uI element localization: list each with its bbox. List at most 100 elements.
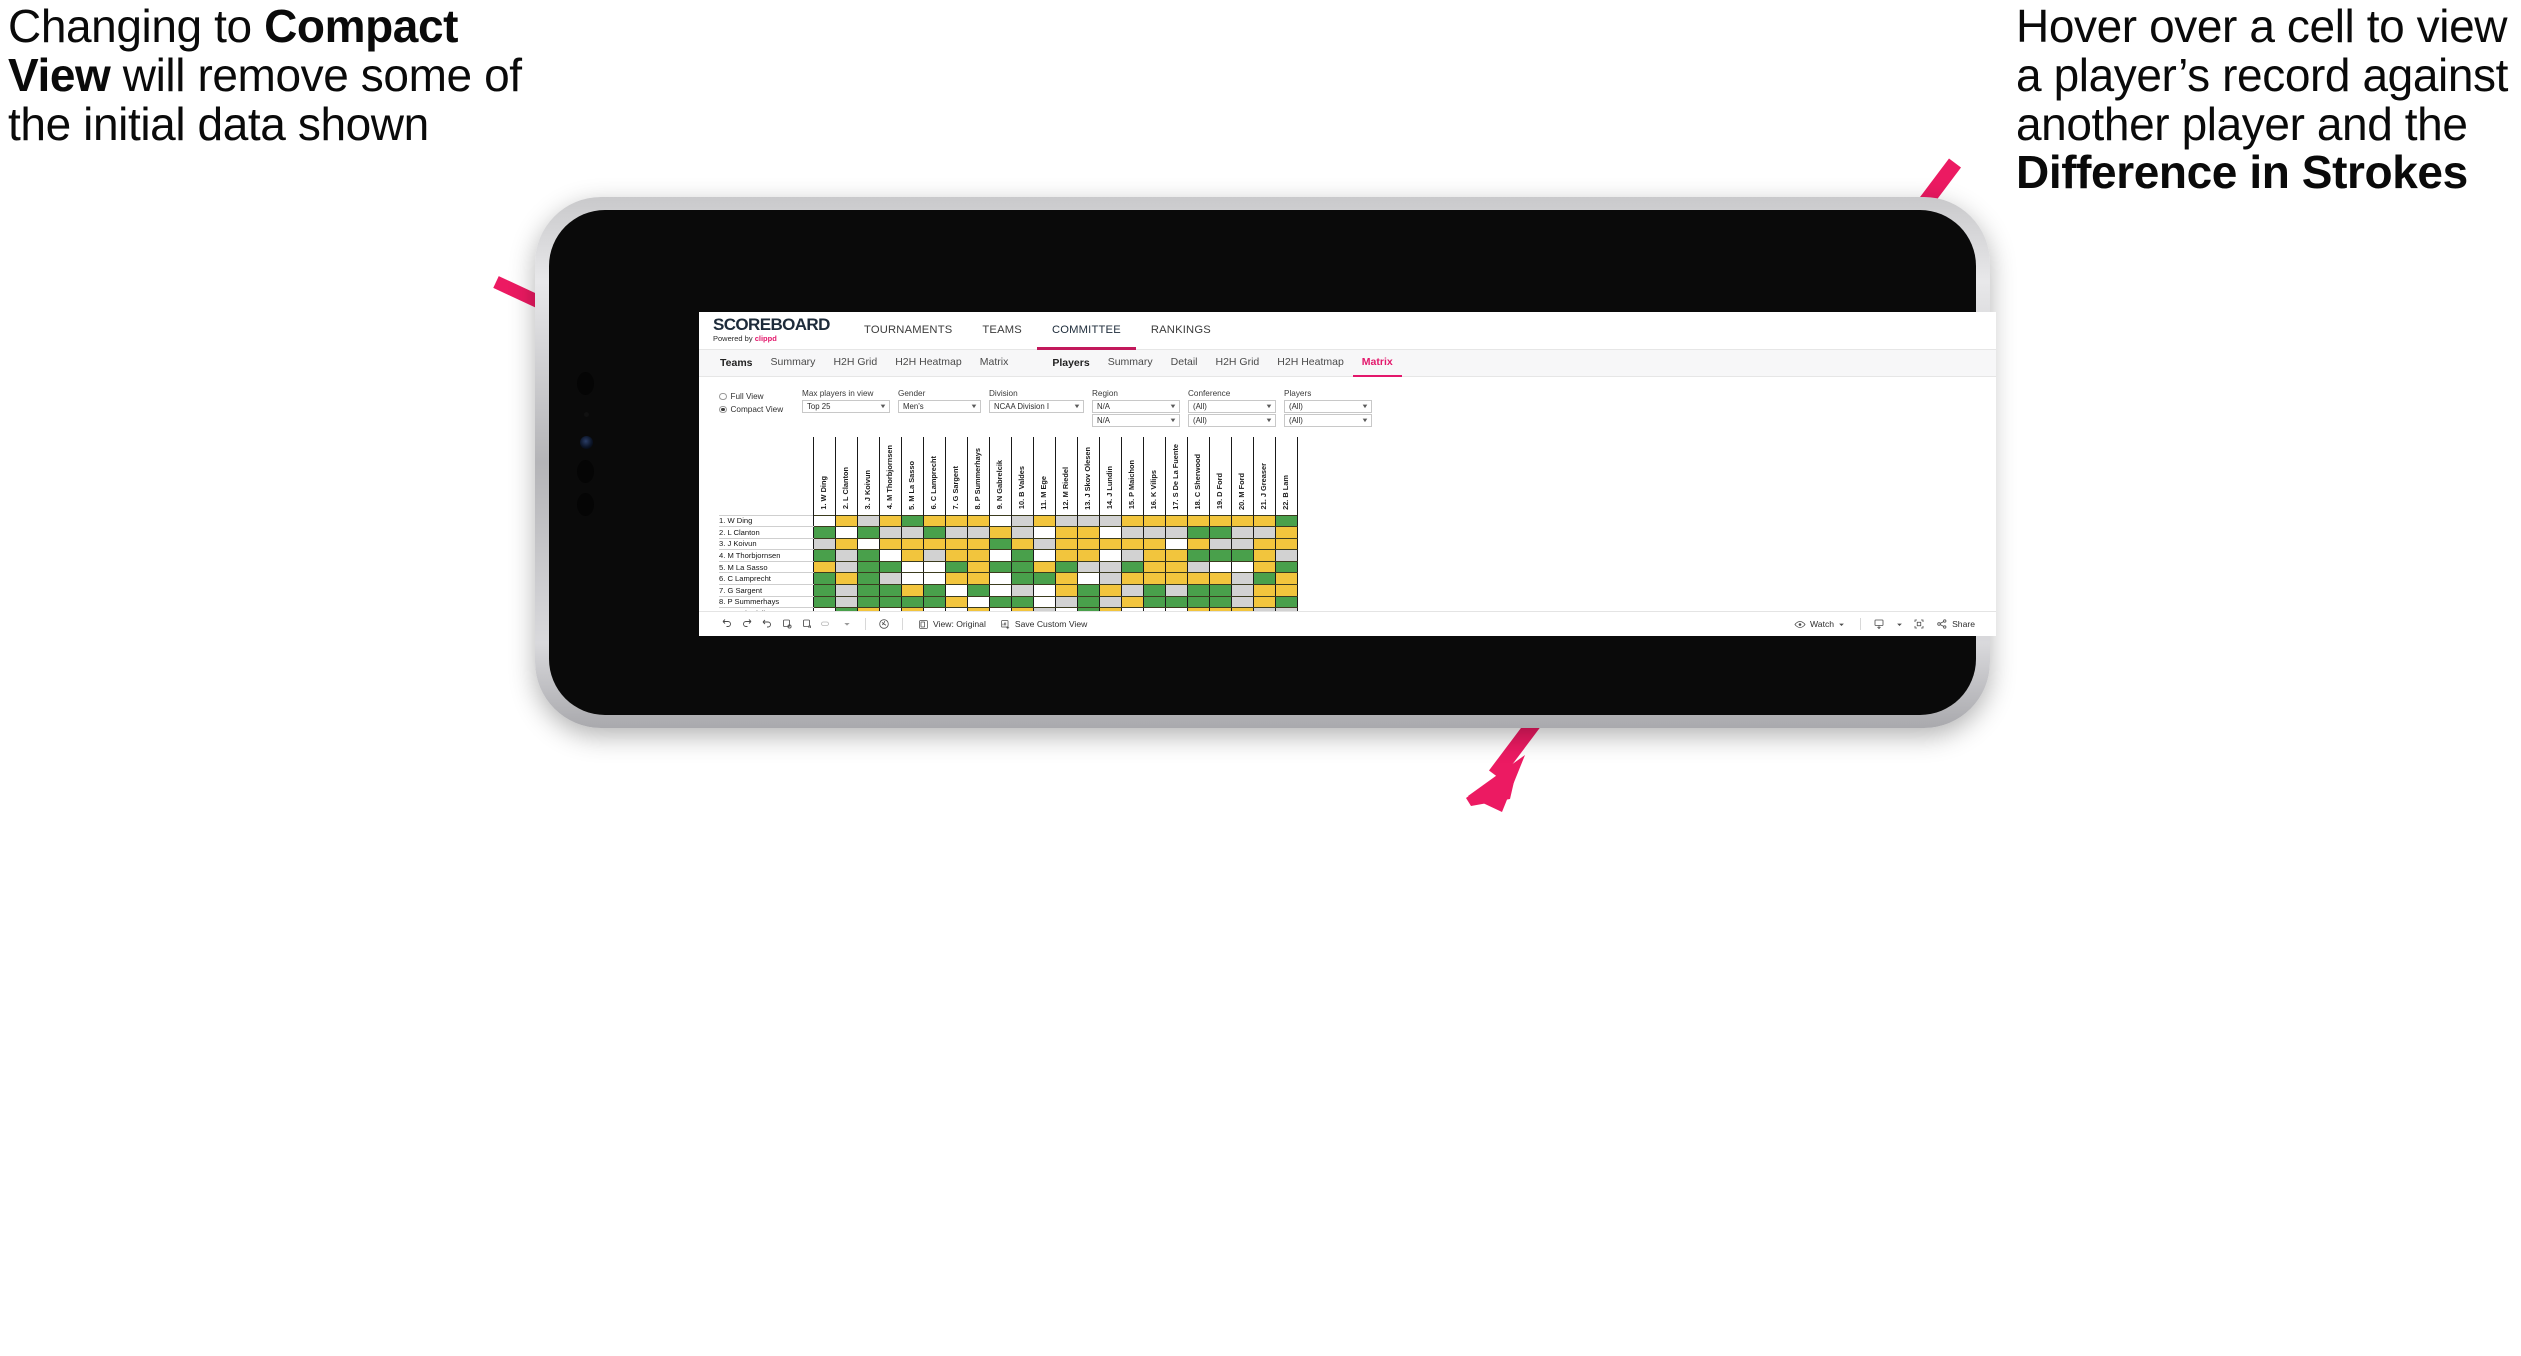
matrix-cell[interactable]	[1010, 572, 1034, 586]
matrix-cell[interactable]	[1274, 514, 1298, 528]
matrix-cell[interactable]	[1054, 560, 1078, 574]
subnav-item-players-h2h-grid[interactable]: H2H Grid	[1207, 349, 1269, 377]
matrix-cell[interactable]	[966, 549, 990, 562]
matrix-cell[interactable]	[1186, 595, 1210, 609]
view-original-button[interactable]: View: Original	[911, 614, 993, 634]
subnav-item-teams-matrix[interactable]: Matrix	[971, 349, 1018, 377]
chevron-down-icon[interactable]: ▼	[1361, 404, 1369, 410]
chevron-down-icon[interactable]: ▼	[1265, 418, 1273, 424]
matrix-cell[interactable]	[1142, 514, 1166, 528]
matrix-cell[interactable]	[812, 526, 836, 539]
matrix-cell[interactable]	[1142, 537, 1166, 551]
matrix-cell[interactable]	[1252, 514, 1276, 528]
matrix-cell[interactable]	[1076, 514, 1100, 528]
matrix-cell[interactable]	[944, 537, 968, 551]
matrix-cell[interactable]	[966, 572, 990, 586]
subnav-item-players-detail[interactable]: Detail	[1162, 349, 1207, 377]
matrix-cell[interactable]	[834, 572, 858, 586]
matrix-cell[interactable]	[878, 572, 902, 586]
matrix-cell[interactable]	[812, 549, 836, 562]
matrix-cell[interactable]	[988, 595, 1012, 609]
matrix-cell[interactable]	[944, 549, 968, 562]
matrix-cell[interactable]	[922, 572, 946, 586]
matrix-cell[interactable]	[1076, 549, 1100, 562]
matrix-cell[interactable]	[1186, 514, 1210, 528]
chevron-down-icon[interactable]: ▼	[970, 404, 978, 410]
matrix-cell[interactable]	[1230, 584, 1254, 597]
matrix-cell[interactable]	[1142, 526, 1166, 539]
matrix-cell[interactable]	[1076, 537, 1100, 551]
matrix-cell[interactable]	[1010, 514, 1034, 528]
matrix-cell[interactable]	[812, 560, 836, 574]
matrix-cell[interactable]	[966, 514, 990, 528]
matrix-cell[interactable]	[1252, 584, 1276, 597]
matrix-cell[interactable]	[1208, 595, 1232, 609]
matrix-cell[interactable]	[1164, 560, 1188, 574]
matrix-cell[interactable]	[1120, 584, 1144, 597]
matrix-cell[interactable]	[834, 584, 858, 597]
matrix-cell[interactable]	[1208, 572, 1232, 586]
matrix-cell[interactable]	[834, 560, 858, 574]
matrix-cell[interactable]	[1274, 560, 1298, 574]
matrix-cell[interactable]	[1010, 584, 1034, 597]
matrix-cell[interactable]	[1010, 537, 1034, 551]
matrix-cell[interactable]	[1142, 584, 1166, 597]
matrix-cell[interactable]	[1120, 549, 1144, 562]
matrix-cell[interactable]	[944, 595, 968, 609]
matrix-cell[interactable]	[900, 572, 924, 586]
matrix-cell[interactable]	[1142, 572, 1166, 586]
matrix-cell[interactable]	[1076, 595, 1100, 609]
matrix-cell[interactable]	[1230, 595, 1254, 609]
filter-select-players-1[interactable]: (All) ▼	[1284, 400, 1372, 413]
matrix-cell[interactable]	[1032, 560, 1056, 574]
matrix-cell[interactable]	[1120, 537, 1144, 551]
matrix-cell[interactable]	[1208, 514, 1232, 528]
matrix-cell[interactable]	[966, 595, 990, 609]
matrix-cell[interactable]	[966, 537, 990, 551]
matrix-cell[interactable]	[856, 514, 880, 528]
pause-updates-icon[interactable]	[797, 614, 817, 634]
matrix-cell[interactable]	[1164, 584, 1188, 597]
matrix-cell[interactable]	[1274, 572, 1298, 586]
matrix-cell[interactable]	[1120, 526, 1144, 539]
matrix-cell[interactable]	[1076, 584, 1100, 597]
presentation-dropdown-caret-icon[interactable]	[837, 614, 857, 634]
filter-select-players-2[interactable]: (All) ▼	[1284, 414, 1372, 427]
chevron-down-icon[interactable]: ▼	[1361, 418, 1369, 424]
matrix-cell[interactable]	[944, 514, 968, 528]
share-button[interactable]: Share	[1929, 614, 1982, 634]
matrix-cell[interactable]	[878, 514, 902, 528]
matrix-cell[interactable]	[1186, 526, 1210, 539]
matrix-cell[interactable]	[1120, 595, 1144, 609]
watch-button[interactable]: Watch	[1787, 614, 1852, 634]
matrix-cell[interactable]	[1098, 560, 1122, 574]
matrix-cell[interactable]	[1186, 537, 1210, 551]
matrix-cell[interactable]	[900, 584, 924, 597]
matrix-cell[interactable]	[1164, 514, 1188, 528]
matrix-cell[interactable]	[1230, 572, 1254, 586]
matrix-cell[interactable]	[834, 526, 858, 539]
matrix-cell[interactable]	[856, 549, 880, 562]
matrix-cell[interactable]	[1274, 537, 1298, 551]
topnav-item-committee[interactable]: COMMITTEE	[1036, 312, 1136, 350]
undo-icon[interactable]	[717, 614, 737, 634]
matrix-cell[interactable]	[1098, 584, 1122, 597]
matrix-cell[interactable]	[1098, 595, 1122, 609]
matrix-cell[interactable]	[856, 595, 880, 609]
filter-select-division-1[interactable]: NCAA Division I ▼	[989, 400, 1084, 413]
matrix-cell[interactable]	[1032, 572, 1056, 586]
matrix-cell[interactable]	[834, 537, 858, 551]
matrix-cell[interactable]	[1032, 549, 1056, 562]
matrix-cell[interactable]	[1010, 560, 1034, 574]
revert-icon[interactable]	[757, 614, 777, 634]
matrix-cell[interactable]	[834, 549, 858, 562]
matrix-cell[interactable]	[1164, 572, 1188, 586]
matrix-cell[interactable]	[1230, 537, 1254, 551]
matrix-cell[interactable]	[1054, 549, 1078, 562]
matrix-cell[interactable]	[1252, 572, 1276, 586]
radio-compact-view-icon[interactable]	[719, 405, 727, 414]
matrix-cell[interactable]	[1208, 526, 1232, 539]
matrix-cell[interactable]	[1230, 549, 1254, 562]
help-icon[interactable]	[874, 614, 894, 634]
matrix-cell[interactable]	[966, 526, 990, 539]
